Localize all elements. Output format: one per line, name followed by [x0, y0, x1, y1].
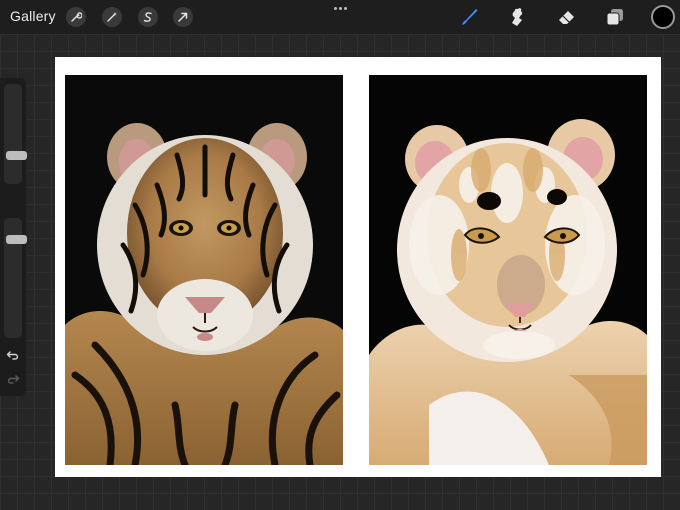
- gallery-button[interactable]: Gallery: [10, 8, 56, 24]
- wrench-icon[interactable]: [66, 7, 86, 27]
- selection-s-icon[interactable]: [138, 7, 158, 27]
- smudge-icon[interactable]: [507, 6, 529, 28]
- tiger-photo: [65, 75, 343, 465]
- magic-wand-icon[interactable]: [102, 7, 122, 27]
- opacity-thumb[interactable]: [6, 235, 27, 244]
- eraser-icon[interactable]: [556, 6, 578, 28]
- top-toolbar: Gallery: [0, 0, 680, 34]
- brush-size-slider[interactable]: [4, 84, 27, 184]
- left-sidebar: [0, 78, 27, 396]
- undo-icon[interactable]: [5, 348, 21, 362]
- redo-icon[interactable]: [5, 372, 21, 386]
- layers-icon[interactable]: [604, 6, 626, 28]
- opacity-slider[interactable]: [4, 218, 27, 338]
- brush-size-thumb[interactable]: [6, 151, 27, 160]
- transform-arrow-icon[interactable]: [173, 7, 193, 27]
- tiger-painting: [369, 75, 647, 465]
- color-picker-swatch[interactable]: [651, 5, 675, 29]
- more-options-icon[interactable]: [330, 2, 350, 14]
- brush-icon[interactable]: [458, 6, 480, 28]
- drawing-canvas[interactable]: [55, 57, 661, 477]
